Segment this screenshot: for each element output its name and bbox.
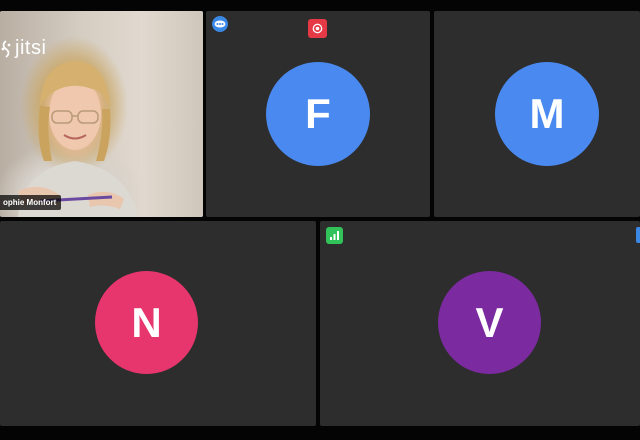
recording-badge (308, 19, 327, 38)
jitsi-logo-text: jitsi (15, 37, 47, 59)
connection-signal-icon (330, 231, 339, 240)
participant-tile-m[interactable]: M (434, 11, 640, 217)
participant-tile-video[interactable]: jitsi ophie Monfort (0, 11, 203, 217)
moderator-badge (212, 16, 228, 32)
participant-tile-v[interactable]: V (320, 221, 640, 426)
moderator-badge-partial (636, 227, 640, 243)
moderator-icon (214, 20, 226, 28)
connection-indicator (326, 227, 343, 244)
participant-name-label: ophie Monfort (0, 195, 62, 210)
avatar: N (95, 271, 198, 374)
avatar: M (495, 62, 599, 166)
avatar: V (438, 271, 541, 374)
participant-tile-n[interactable]: N (0, 221, 316, 426)
jitsi-logo: jitsi (0, 37, 46, 60)
record-icon (312, 23, 323, 34)
participant-tile-f[interactable]: F (206, 11, 430, 217)
jitsi-logo-icon (1, 39, 11, 58)
avatar: F (266, 62, 370, 166)
